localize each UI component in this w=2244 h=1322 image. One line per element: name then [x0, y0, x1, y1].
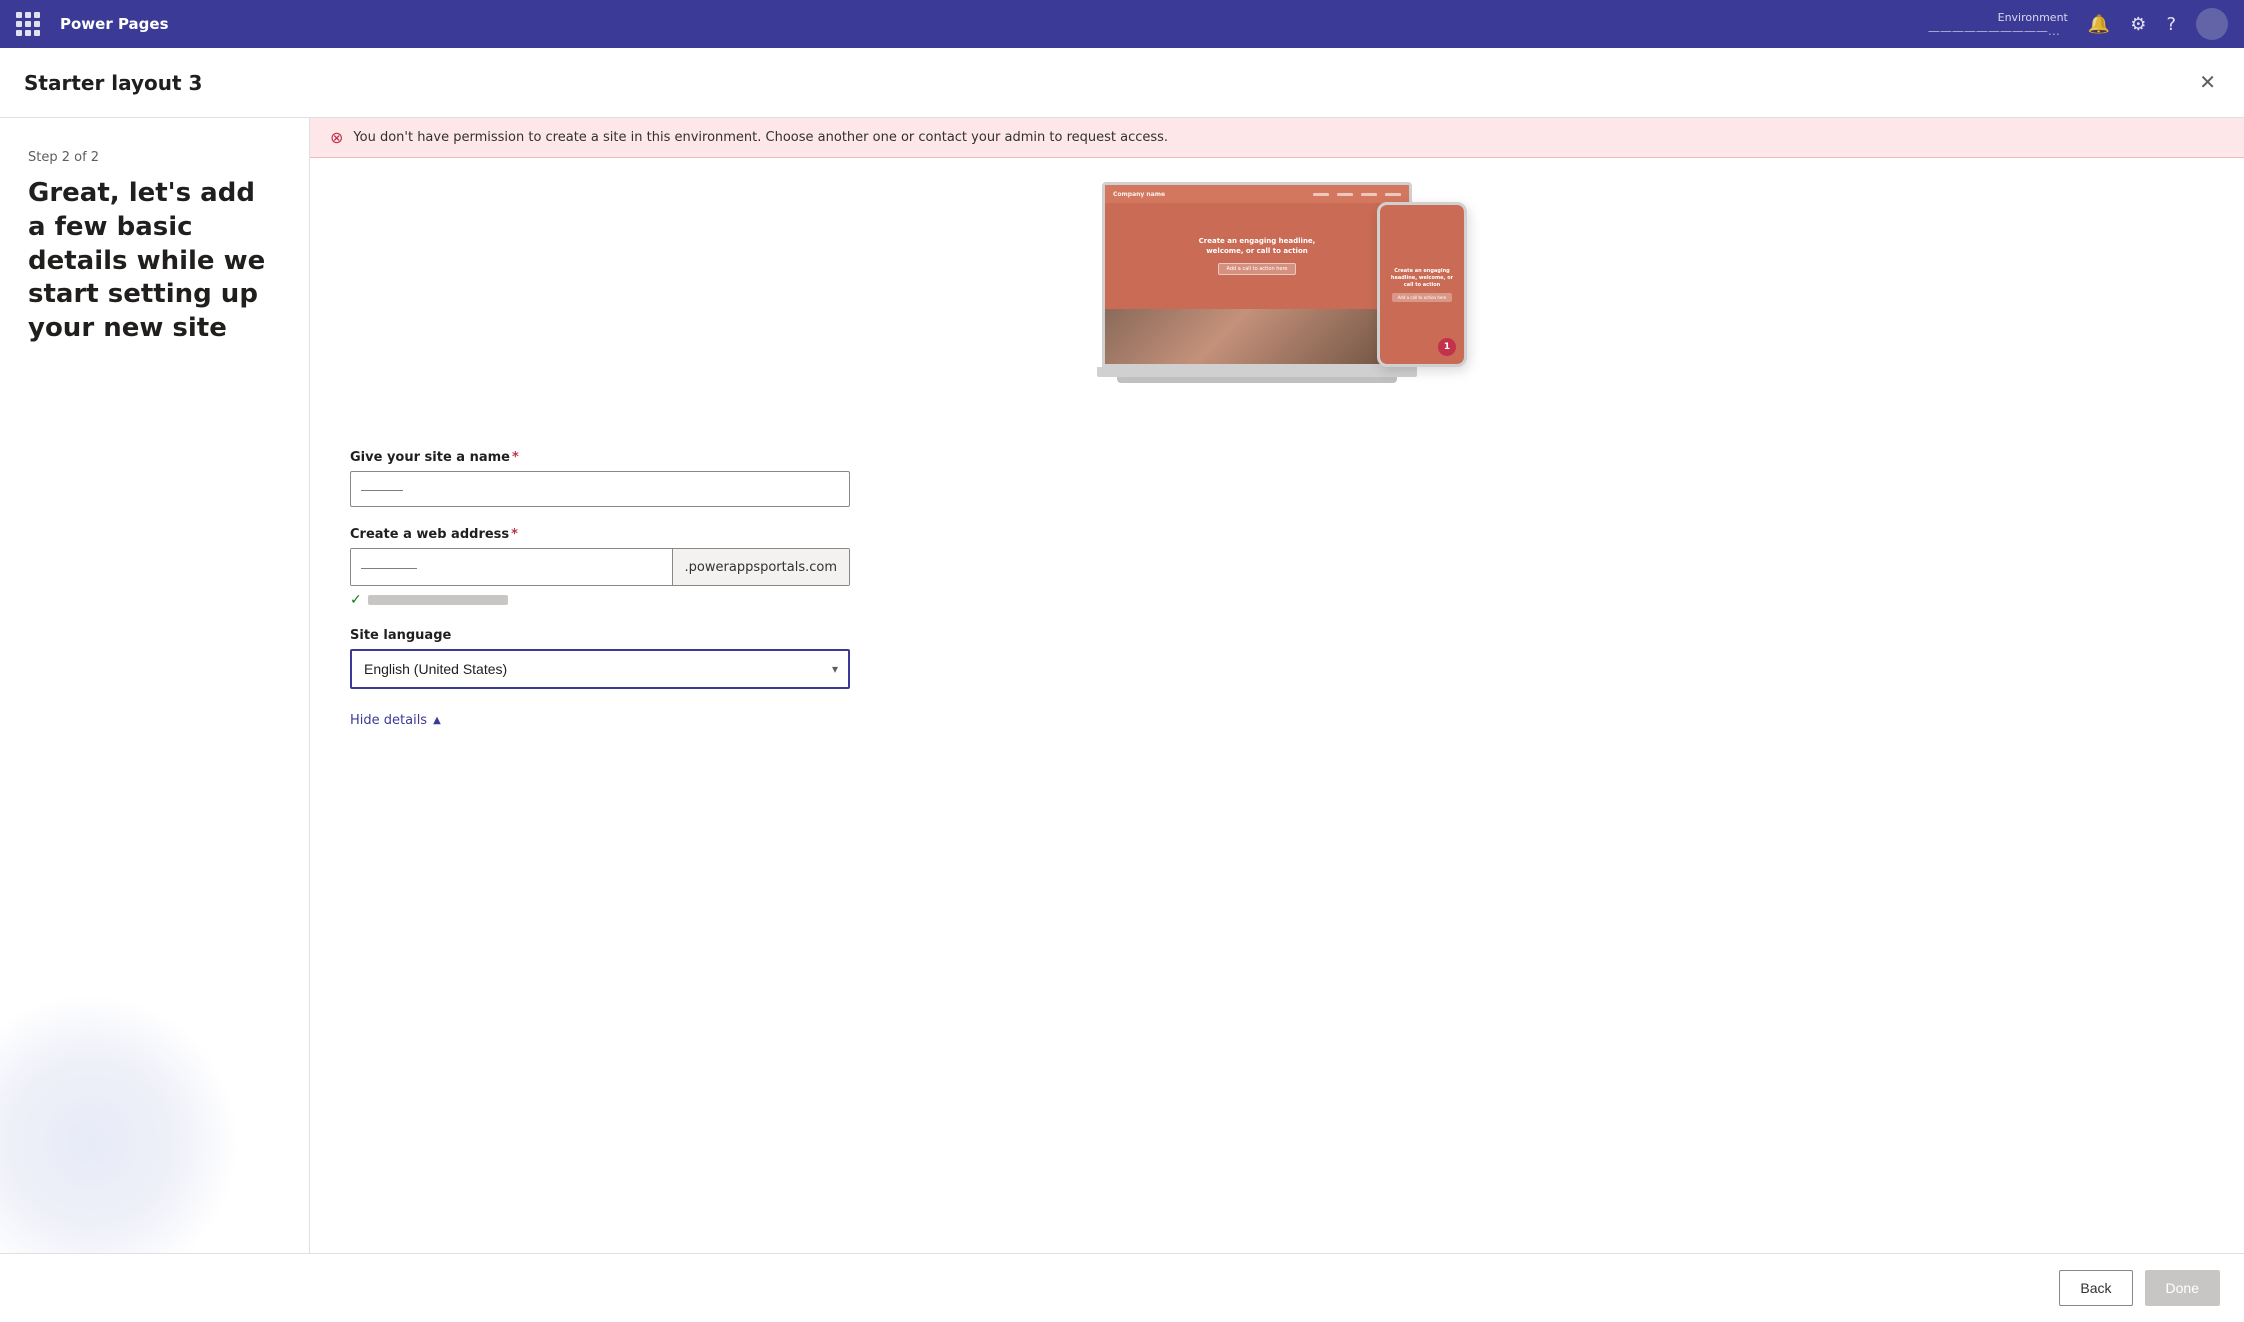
site-name-label: Give your site a name* [350, 450, 850, 465]
site-name-group: Give your site a name* [350, 450, 850, 507]
form-section: Give your site a name* Create a web addr… [350, 450, 850, 728]
web-address-required: * [511, 527, 518, 542]
step-label: Step 2 of 2 [28, 150, 281, 165]
topbar-right-area: Environment ————————————— 🔔 ⚙ ? [1928, 8, 2228, 40]
laptop-cta: Add a call to action here [1218, 263, 1297, 275]
preview-container: Company name Create an eng [350, 182, 2204, 422]
app-title: Power Pages [60, 15, 1916, 33]
error-banner: ⊗ You don't have permission to create a … [310, 118, 2244, 158]
laptop-headline: Create an engaging headline,welcome, or … [1199, 237, 1316, 257]
web-address-label: Create a web address* [350, 527, 850, 542]
laptop-screen: Company name Create an eng [1102, 182, 1412, 367]
bell-icon[interactable]: 🔔 [2088, 14, 2110, 35]
close-button[interactable]: ✕ [2195, 66, 2220, 99]
decorative-blob [0, 993, 240, 1253]
error-circle-icon: ⊗ [330, 128, 343, 147]
page-title: Starter layout 3 [24, 71, 202, 95]
content-area: ⊗ You don't have permission to create a … [310, 118, 2244, 1253]
site-language-select-wrapper: English (United States) French (France) … [350, 649, 850, 689]
validation-text [368, 595, 508, 605]
laptop-base [1097, 367, 1417, 377]
environment-name: ————————————— [1928, 24, 2068, 38]
app-launcher-icon[interactable] [16, 12, 40, 36]
validation-row: ✓ [350, 592, 850, 608]
laptop-image-strip [1105, 309, 1409, 364]
web-address-input[interactable] [351, 549, 672, 585]
help-icon[interactable]: ? [2166, 14, 2176, 35]
page-header: Starter layout 3 ✕ [0, 48, 2244, 118]
check-icon: ✓ [350, 592, 362, 608]
error-message: You don't have permission to create a si… [353, 130, 1168, 145]
web-address-group: Create a web address* .powerappsportals.… [350, 527, 850, 608]
hide-details-label: Hide details [350, 713, 427, 728]
main-layout: Step 2 of 2 Great, let's add a few basic… [0, 118, 2244, 1253]
page-footer: Back Done [0, 1253, 2244, 1322]
site-language-select[interactable]: English (United States) French (France) … [350, 649, 850, 689]
hide-details-link[interactable]: Hide details ▲ [350, 713, 441, 728]
content-body: Company name Create an eng [310, 158, 2244, 1253]
phone-cta: Add a call to action here [1392, 293, 1453, 302]
avatar[interactable] [2196, 8, 2228, 40]
step-title: Great, let's add a few basic details whi… [28, 177, 281, 346]
laptop-foot [1117, 377, 1397, 383]
laptop-nav-logo: Company name [1113, 191, 1165, 198]
preview-mockup: Company name Create an eng [1087, 182, 1467, 422]
phone-mockup: Create an engaging headline, welcome, or… [1377, 202, 1467, 367]
environment-selector[interactable]: Environment ————————————— [1928, 11, 2068, 38]
phone-headline: Create an engaging headline, welcome, or… [1388, 268, 1456, 289]
site-name-required: * [512, 450, 519, 465]
environment-label: Environment [1998, 11, 2068, 24]
phone-badge: 1 [1438, 338, 1456, 356]
laptop-mockup: Company name Create an eng [1087, 182, 1427, 402]
topbar: Power Pages Environment ————————————— 🔔 … [0, 0, 2244, 48]
back-button[interactable]: Back [2059, 1270, 2132, 1306]
laptop-nav: Company name [1105, 185, 1409, 203]
chevron-up-icon: ▲ [433, 715, 441, 726]
gear-icon[interactable]: ⚙ [2130, 14, 2146, 35]
site-language-group: Site language English (United States) Fr… [350, 628, 850, 689]
laptop-hero: Create an engaging headline,welcome, or … [1105, 203, 1409, 309]
web-address-suffix: .powerappsportals.com [672, 549, 849, 585]
sidebar: Step 2 of 2 Great, let's add a few basic… [0, 118, 310, 1253]
site-name-input[interactable] [350, 471, 850, 507]
done-button[interactable]: Done [2145, 1270, 2220, 1306]
laptop-nav-links [1313, 193, 1401, 196]
web-address-wrapper: .powerappsportals.com [350, 548, 850, 586]
site-language-label: Site language [350, 628, 850, 643]
